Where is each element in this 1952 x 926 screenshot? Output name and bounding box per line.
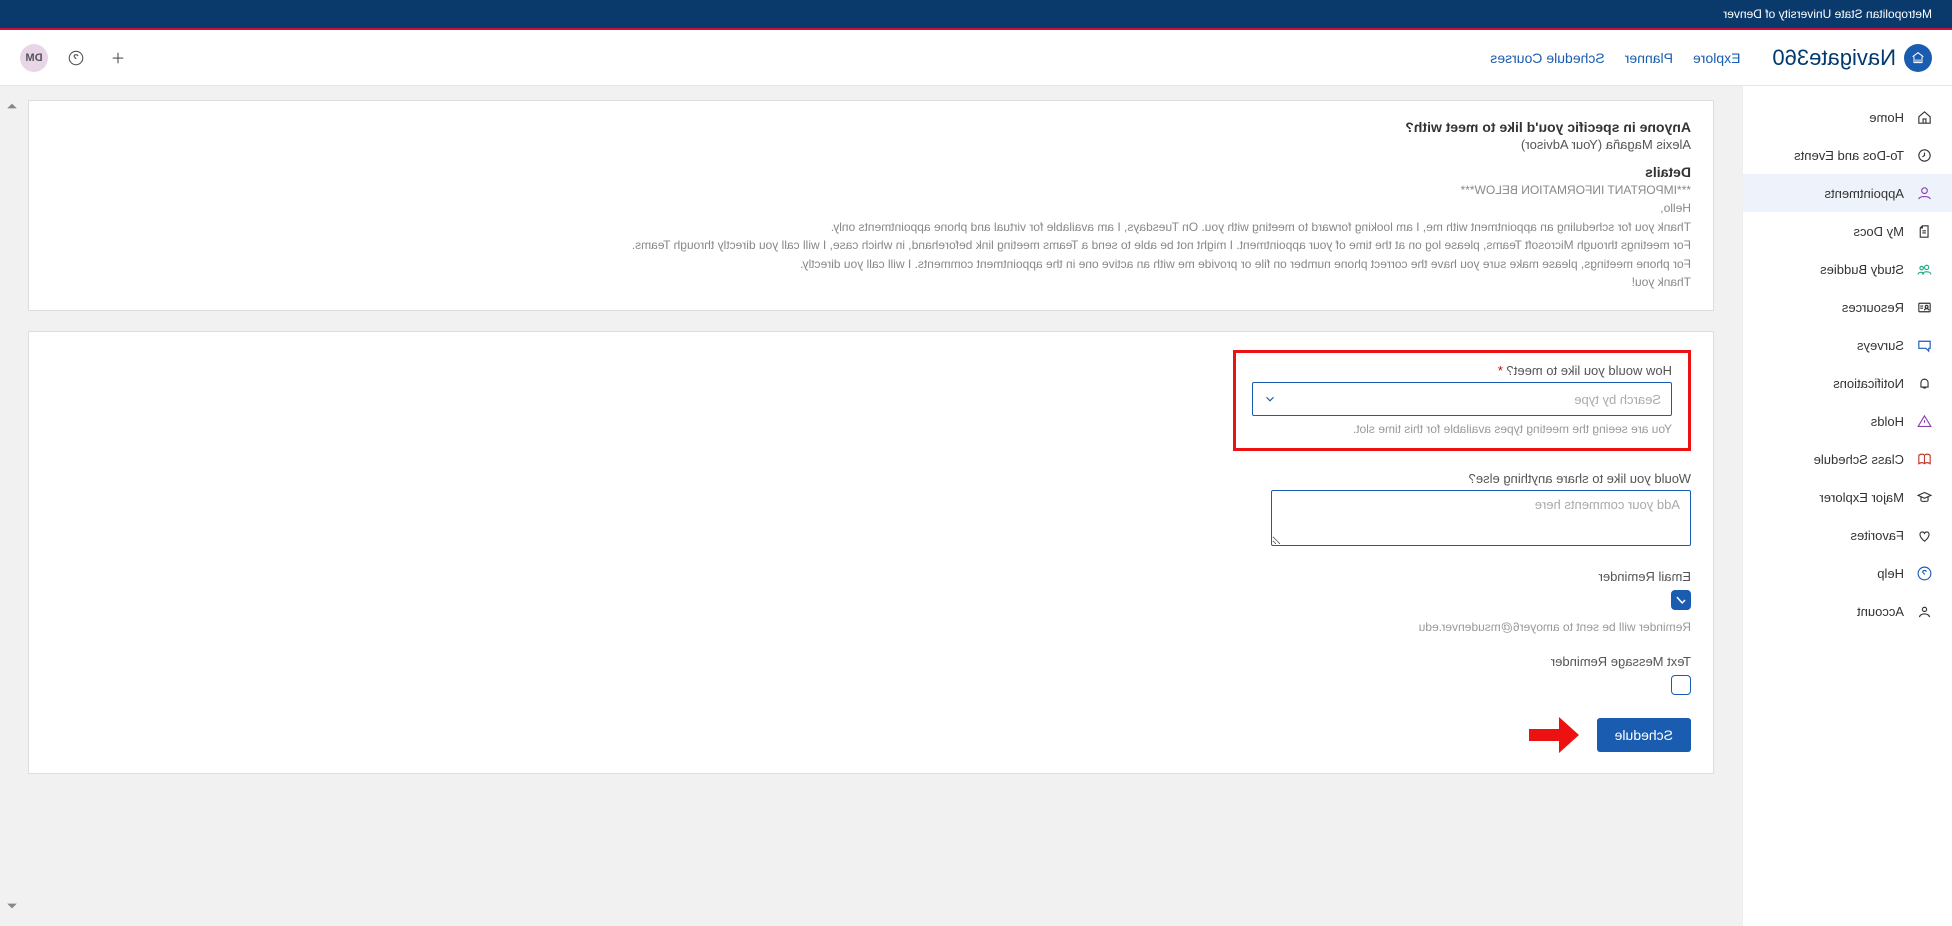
sidebar-item-todos[interactable]: To-Dos and Events (1743, 136, 1952, 174)
sidebar: Home To-Dos and Events Appointments My D… (1742, 86, 1952, 926)
details-heading: Details (51, 164, 1691, 180)
sidebar-item-label: Favorites (1851, 528, 1904, 543)
sidebar-item-class-schedule[interactable]: Class Schedule (1743, 440, 1952, 478)
bell-icon (1916, 374, 1934, 392)
meeting-type-hint: You are seeing the meeting types availab… (1252, 422, 1672, 436)
advisor-details-card: Anyone in specific you'd like to meet wi… (28, 100, 1714, 311)
question-icon (1916, 564, 1934, 582)
sidebar-item-mydocs[interactable]: My Docs (1743, 212, 1952, 250)
email-reminder-hint: Reminder will be sent to amoyer6@msudenv… (51, 620, 1691, 634)
sidebar-item-surveys[interactable]: Surveys (1743, 326, 1952, 364)
top-nav: Explore Planner Schedule Courses (1490, 50, 1740, 66)
sidebar-item-notifications[interactable]: Notifications (1743, 364, 1952, 402)
sidebar-item-label: Notifications (1833, 376, 1904, 391)
sidebar-item-label: Help (1877, 566, 1904, 581)
text-reminder-checkbox[interactable] (1671, 675, 1691, 695)
clock-check-icon (1916, 146, 1934, 164)
annotation-arrow-icon (1529, 715, 1579, 755)
email-reminder-label: Email Reminder (51, 569, 1691, 584)
advisor-question-title: Anyone in specific you'd like to meet wi… (51, 119, 1691, 135)
sidebar-item-label: Study Buddies (1820, 262, 1904, 277)
sidebar-item-label: Major Explorer (1819, 490, 1904, 505)
comments-label: Would you like to share anything else? (51, 471, 1691, 486)
nav-schedule-courses[interactable]: Schedule Courses (1490, 50, 1604, 66)
comments-textarea[interactable] (1271, 490, 1691, 546)
sidebar-item-appointments[interactable]: Appointments (1743, 174, 1952, 212)
sidebar-item-major-explorer[interactable]: Major Explorer (1743, 478, 1952, 516)
meeting-type-label: How would you like to meet? (1252, 363, 1672, 378)
sidebar-item-label: Home (1869, 110, 1904, 125)
text-reminder-label: Text Message Reminder (51, 654, 1691, 669)
check-icon (1674, 593, 1688, 607)
graduation-icon (1916, 488, 1934, 506)
book-icon (1916, 450, 1934, 468)
sidebar-item-label: Holds (1871, 414, 1904, 429)
people-icon (1916, 260, 1934, 278)
sidebar-item-holds[interactable]: Holds (1743, 402, 1952, 440)
id-icon (1916, 298, 1934, 316)
main-content: Anyone in specific you'd like to meet wi… (0, 86, 1742, 926)
sidebar-item-studybuddies[interactable]: Study Buddies (1743, 250, 1952, 288)
dropdown-placeholder: Search by type (1574, 392, 1661, 407)
university-name: Metropolitan State University of Denver (20, 7, 1932, 21)
email-reminder-checkbox[interactable] (1671, 590, 1691, 610)
add-button[interactable] (104, 44, 132, 72)
sidebar-item-help[interactable]: Help (1743, 554, 1952, 592)
sidebar-item-favorites[interactable]: Favorites (1743, 516, 1952, 554)
sidebar-item-account[interactable]: Account (1743, 592, 1952, 630)
help-icon[interactable] (62, 44, 90, 72)
sidebar-item-label: Class Schedule (1814, 452, 1904, 467)
schedule-button[interactable]: Schedule (1597, 718, 1691, 752)
sidebar-item-label: Resources (1842, 300, 1904, 315)
sidebar-item-resources[interactable]: Resources (1743, 288, 1952, 326)
sidebar-item-home[interactable]: Home (1743, 98, 1952, 136)
annotation-highlight: How would you like to meet? Search by ty… (1233, 350, 1691, 451)
sidebar-item-label: Account (1857, 604, 1904, 619)
sidebar-item-label: Appointments (1825, 186, 1905, 201)
user-avatar[interactable]: DM (20, 44, 48, 72)
appointment-form-card: How would you like to meet? Search by ty… (28, 331, 1714, 774)
document-icon (1916, 222, 1934, 240)
brand-logo[interactable]: Navigate360 (1772, 44, 1932, 72)
university-topbar: Metropolitan State University of Denver (0, 0, 1952, 28)
account-icon (1916, 602, 1934, 620)
sidebar-item-label: To-Dos and Events (1794, 148, 1904, 163)
scrollbar-arrows (6, 100, 18, 912)
sidebar-item-label: Surveys (1857, 338, 1904, 353)
details-body: ***IMPORTANT INFORMATION BELOW*** Hello,… (51, 182, 1691, 291)
advisor-name: Alexis Magaña (Your Advisor) (51, 137, 1691, 152)
chat-icon (1916, 336, 1934, 354)
heart-icon (1916, 526, 1934, 544)
warning-icon (1916, 412, 1934, 430)
app-header: Navigate360 Explore Planner Schedule Cou… (0, 30, 1952, 86)
home-icon (1916, 108, 1934, 126)
meeting-type-dropdown[interactable]: Search by type (1252, 382, 1672, 416)
nav-explore[interactable]: Explore (1693, 50, 1740, 66)
chevron-down-icon (1263, 392, 1277, 406)
brand-icon (1904, 44, 1932, 72)
person-icon (1916, 184, 1934, 202)
sidebar-item-label: My Docs (1853, 224, 1904, 239)
nav-planner[interactable]: Planner (1625, 50, 1673, 66)
